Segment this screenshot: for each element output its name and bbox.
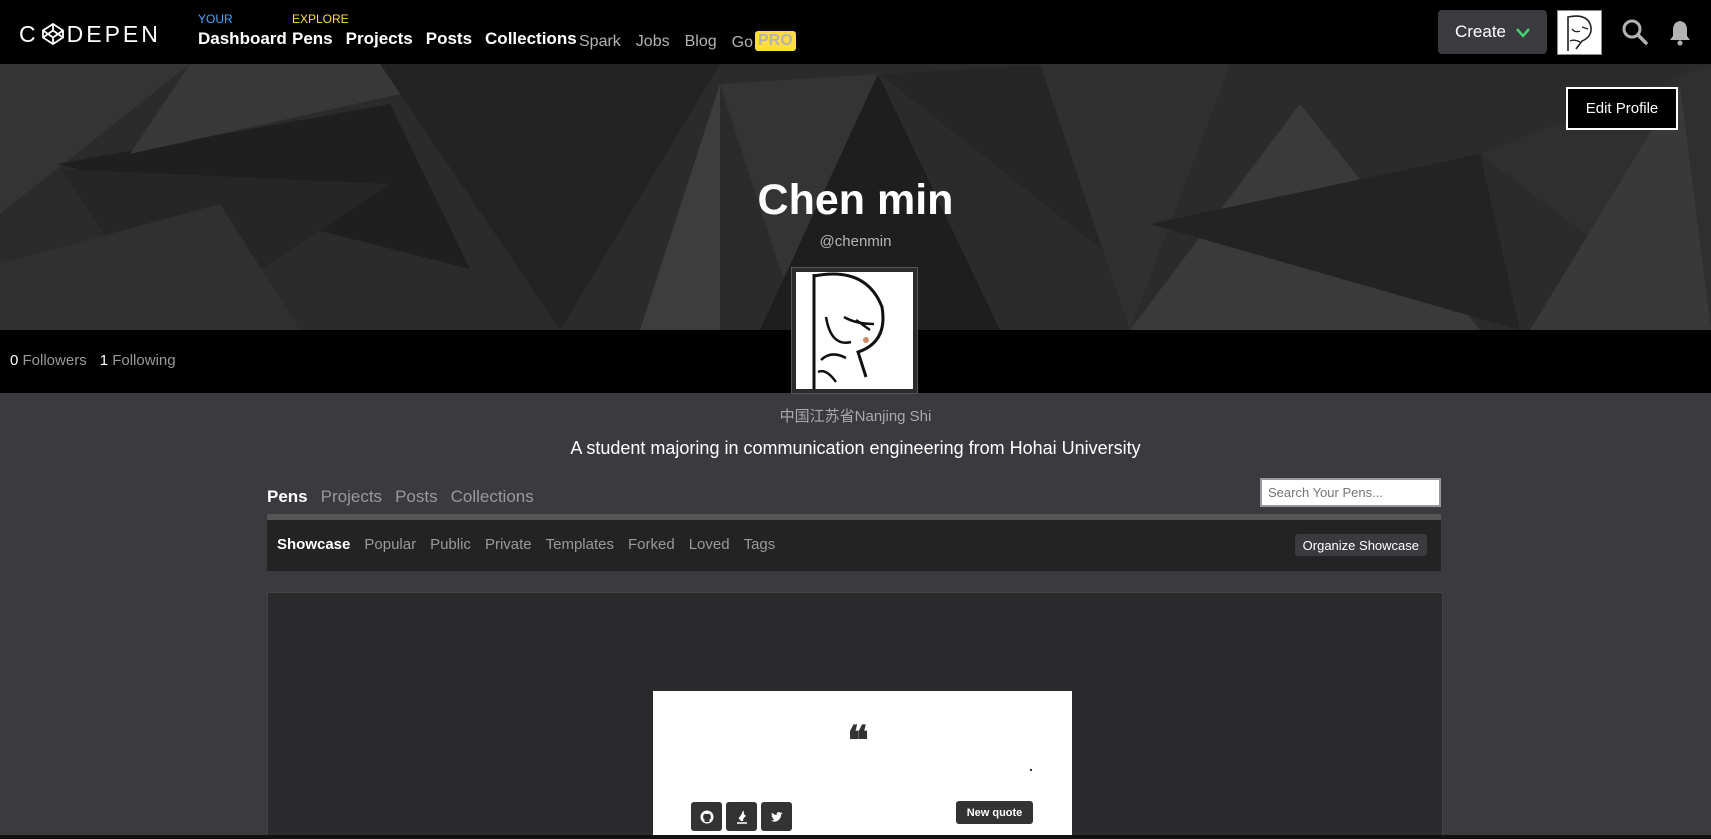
create-label: Create xyxy=(1454,22,1507,41)
github-icon xyxy=(700,810,713,823)
user-avatar[interactable] xyxy=(1557,10,1602,55)
tab-posts[interactable]: Posts xyxy=(395,487,438,507)
subtab-forked[interactable]: Forked xyxy=(628,536,675,553)
profile-bio: A student majoring in communication engi… xyxy=(570,438,1141,458)
followers-count: 0 xyxy=(10,352,19,369)
secondary-nav: Spark Jobs Blog Go PRO xyxy=(579,31,796,52)
showcase-pen-preview[interactable]: ❝ New quote xyxy=(653,691,1072,839)
tab-collections[interactable]: Collections xyxy=(451,487,534,507)
subtab-showcase[interactable]: Showcase xyxy=(277,536,350,553)
following-link[interactable]: 1 Following xyxy=(100,352,176,369)
organize-showcase-button[interactable]: Organize Showcase xyxy=(1294,534,1427,556)
profile-handle: @chenmin xyxy=(819,233,892,250)
chevron-down-icon xyxy=(1516,28,1530,38)
tumblr-button[interactable] xyxy=(726,802,757,831)
top-navigation: C DEPEN YOUR Dashboard EXPLORE Pens Proj… xyxy=(0,0,1711,64)
following-label: Following xyxy=(112,352,176,369)
twitter-icon xyxy=(770,811,783,822)
quote-text-placeholder xyxy=(1030,769,1032,771)
search-icon[interactable] xyxy=(1621,18,1649,46)
nav-pens[interactable]: Pens xyxy=(292,29,333,49)
nav-blog[interactable]: Blog xyxy=(685,33,717,51)
nav-spark[interactable]: Spark xyxy=(579,33,621,51)
tab-pens[interactable]: Pens xyxy=(267,487,308,507)
nav-go: Go xyxy=(731,34,753,51)
quote-icon: ❝ xyxy=(847,717,869,764)
codepen-logo[interactable]: C DEPEN xyxy=(19,20,161,48)
profile-tabs: Pens Projects Posts Collections xyxy=(267,487,534,507)
profile-avatar xyxy=(791,267,918,394)
followers-link[interactable]: 0 Followers xyxy=(10,352,87,369)
search-pens-input[interactable] xyxy=(1260,478,1441,507)
nav-projects[interactable]: Projects xyxy=(346,29,413,49)
explore-nav-group: EXPLORE Pens Projects Posts Collections xyxy=(292,13,577,49)
nav-dashboard[interactable]: Dashboard xyxy=(198,29,287,49)
following-count: 1 xyxy=(99,352,109,369)
codepen-logo-icon xyxy=(41,22,64,46)
github-button[interactable] xyxy=(691,802,722,831)
subtab-tags[interactable]: Tags xyxy=(744,536,776,553)
followers-label: Followers xyxy=(22,352,87,369)
bell-icon[interactable] xyxy=(1666,18,1694,46)
new-quote-button[interactable]: New quote xyxy=(956,801,1033,824)
tab-projects[interactable]: Projects xyxy=(321,487,382,507)
nav-go-pro[interactable]: Go PRO xyxy=(732,31,796,52)
subtab-private[interactable]: Private xyxy=(485,536,532,553)
page-bottom-edge xyxy=(0,835,1711,839)
explore-label: EXPLORE xyxy=(292,12,349,26)
subtab-popular[interactable]: Popular xyxy=(364,536,416,553)
avatar-drawing-icon xyxy=(812,272,885,389)
edit-profile-button[interactable]: Edit Profile xyxy=(1566,87,1678,130)
subtab-loved[interactable]: Loved xyxy=(689,536,730,553)
create-button[interactable]: Create xyxy=(1438,10,1547,54)
subtab-templates[interactable]: Templates xyxy=(546,536,614,553)
profile-name: Chen min xyxy=(757,176,954,224)
pens-subtabs: Showcase Popular Public Private Template… xyxy=(267,520,1441,571)
nav-collections[interactable]: Collections xyxy=(485,29,577,49)
nav-posts[interactable]: Posts xyxy=(426,29,472,49)
your-nav-group: YOUR Dashboard xyxy=(198,13,287,49)
avatar-face-icon xyxy=(1567,15,1592,51)
follow-stats: 0 Followers 1 Following xyxy=(10,352,176,369)
profile-location: 中国江苏省Nanjing Shi xyxy=(779,408,932,425)
your-label: YOUR xyxy=(198,12,233,26)
subtab-public[interactable]: Public xyxy=(430,536,471,553)
twitter-button[interactable] xyxy=(761,802,792,831)
nav-jobs[interactable]: Jobs xyxy=(636,33,670,51)
tumblr-icon xyxy=(736,810,747,824)
pro-badge: PRO xyxy=(754,31,796,51)
